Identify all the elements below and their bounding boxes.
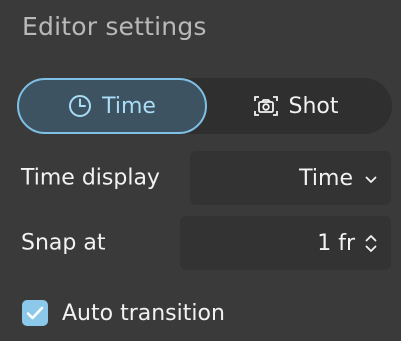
chevron-up-icon[interactable] <box>365 234 377 242</box>
time-display-row: Time display Time <box>0 151 401 205</box>
chevron-down-icon[interactable] <box>365 245 377 253</box>
auto-transition-row[interactable]: Auto transition <box>22 298 225 328</box>
time-display-value: Time <box>299 165 353 191</box>
time-mode-button[interactable]: Time <box>17 78 207 134</box>
shot-mode-button[interactable]: Shot <box>213 78 392 134</box>
time-display-label: Time display <box>21 165 160 191</box>
snap-at-label: Snap at <box>21 230 106 256</box>
snap-at-row: Snap at 1 fr <box>0 216 401 270</box>
stepper-arrows <box>365 234 377 253</box>
auto-transition-label: Auto transition <box>62 300 225 326</box>
mode-toggle: Time Shot <box>17 78 392 134</box>
shot-mode-label: Shot <box>288 93 339 119</box>
panel-title: Editor settings <box>22 12 207 41</box>
time-display-dropdown[interactable]: Time <box>190 151 391 205</box>
snap-at-value: 1 fr <box>317 230 355 256</box>
snap-at-stepper[interactable]: 1 fr <box>180 216 391 270</box>
chevron-down-icon <box>365 169 377 188</box>
time-mode-label: Time <box>102 93 156 119</box>
checkmark-icon <box>26 306 44 320</box>
editor-settings-panel: Editor settings Time Shot Time display T… <box>0 0 401 341</box>
auto-transition-checkbox[interactable] <box>22 300 48 326</box>
clock-icon <box>68 94 92 118</box>
camera-icon <box>253 94 279 118</box>
